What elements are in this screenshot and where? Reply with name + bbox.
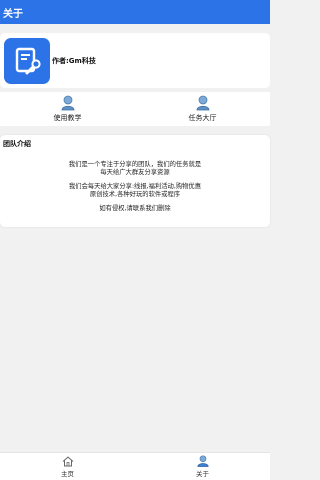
nav-about[interactable]: 关于 (135, 453, 270, 480)
profile-card: 作者:Gm科技 (0, 33, 270, 88)
task-hall-label: 任务大厅 (188, 114, 217, 122)
nav-home[interactable]: 主页 (0, 453, 135, 480)
intro-line: 原创技术,各种好玩的软件或程序 (89, 190, 181, 198)
intro-line: 如有侵权,请联系我们删除 (99, 205, 171, 213)
user-icon (61, 95, 74, 111)
tutorial-link[interactable]: 使用教学 (0, 92, 135, 126)
top-bar: 关于 (0, 0, 270, 24)
team-intro-text: 我们是一个专注于分享的团队，我们的任务就是 每天给广大群友分享资源 我们会每天给… (0, 161, 270, 213)
team-intro-title: 团队介绍 (3, 140, 31, 148)
user-icon (196, 455, 209, 467)
intro-line: 每天给广大群友分享资源 (100, 168, 170, 176)
bottom-nav: 主页 关于 (0, 452, 270, 480)
team-intro-card: 团队介绍 我们是一个专注于分享的团队，我们的任务就是 每天给广大群友分享资源 我… (0, 135, 270, 227)
page-title: 关于 (3, 8, 23, 20)
user-icon (196, 95, 209, 111)
task-hall-link[interactable]: 任务大厅 (135, 92, 270, 126)
nav-about-label: 关于 (196, 470, 209, 478)
quick-links: 使用教学 任务大厅 (0, 92, 270, 126)
wrench-document-icon (15, 47, 41, 74)
author-label: 作者:Gm科技 (52, 56, 96, 65)
intro-line: 我们是一个专注于分享的团队，我们的任务就是 (68, 161, 202, 168)
tutorial-label: 使用教学 (53, 114, 82, 122)
app-logo (4, 37, 50, 84)
intro-line: 我们会每天给大家分享:线报,福利活动,购物优惠 (68, 183, 202, 191)
home-icon (62, 455, 73, 466)
nav-home-label: 主页 (61, 469, 74, 478)
